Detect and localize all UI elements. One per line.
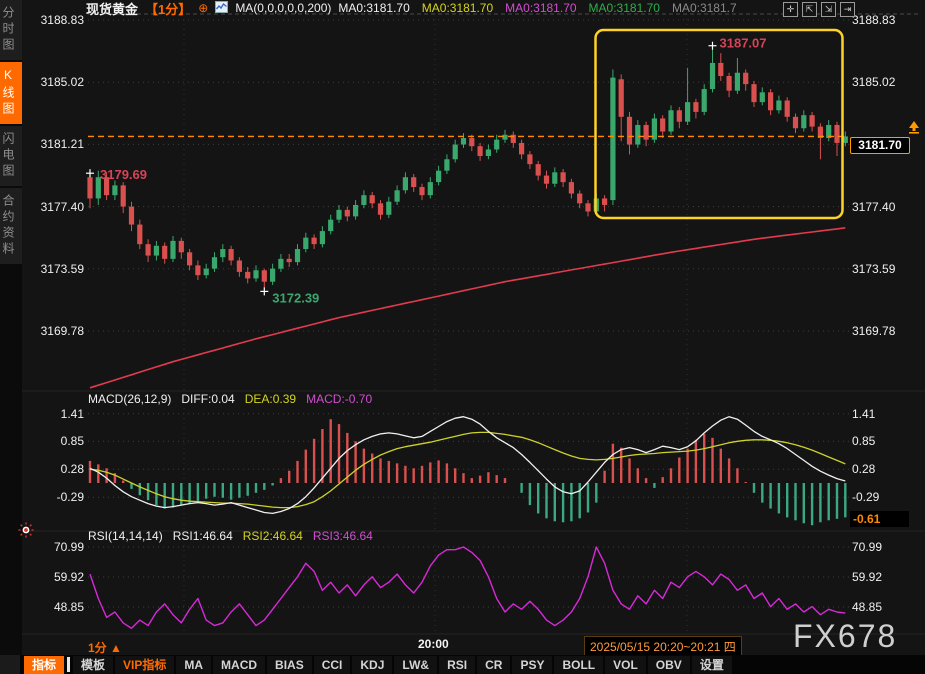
toolbar-item-CCI[interactable]: CCI — [314, 656, 351, 674]
right-price-axis: 3188.83 3185.02 3177.40 3173.59 3169.78 1.41 0… — [852, 0, 924, 655]
ma-value-0: MA0:3181.70 — [338, 1, 409, 15]
toolbar-item-RSI[interactable]: RSI — [439, 656, 475, 674]
snap-left-icon[interactable]: ⇱ — [802, 2, 817, 17]
sidebar-item-3[interactable]: 合约资料 — [0, 188, 22, 264]
legend-item: DEA:0.39 — [245, 392, 296, 406]
toolbar-item-BIAS[interactable]: BIAS — [267, 656, 312, 674]
add-indicator-icon[interactable]: ⊕ — [198, 1, 208, 15]
toolbar-item-VIP指标[interactable]: VIP指标 — [115, 656, 174, 674]
svg-text:3179.69: 3179.69 — [100, 167, 147, 182]
axis-label: 48.85 — [54, 600, 84, 614]
indicator-toolbar: 指标模板VIP指标MAMACDBIASCCIKDJLW&RSICRPSYBOLL… — [0, 655, 925, 674]
legend-item: RSI1:46.64 — [173, 529, 233, 543]
toolbar-item-VOL[interactable]: VOL — [605, 656, 646, 674]
left-price-axis: 3188.83 3185.02 3181.21 3177.40 3173.59 3169.… — [22, 0, 84, 655]
toolbar-divider — [67, 657, 70, 672]
rsi-legend: RSI(14,14,14) RSI1:46.64 RSI2:46.64 RSI3:46… — [88, 529, 373, 543]
axis-label: 3185.02 — [852, 75, 895, 89]
axis-label: 3185.02 — [41, 75, 84, 89]
axis-label: 3181.21 — [41, 137, 84, 151]
axis-label: 3188.83 — [41, 13, 84, 27]
sidebar-item-1[interactable]: K线图 — [0, 62, 22, 124]
axis-label: 3169.78 — [41, 324, 84, 338]
axis-label: 1.41 — [61, 407, 84, 421]
watermark: FX678 — [793, 618, 897, 655]
axis-label: 3173.59 — [41, 262, 84, 276]
axis-label: 3169.78 — [852, 324, 895, 338]
pop-out-icon[interactable]: ⇥ — [840, 2, 855, 17]
symbol-title: 现货黄金 — [86, 0, 138, 18]
toolbar-item-模板[interactable]: 模板 — [73, 656, 113, 674]
axis-label: 0.85 — [61, 434, 84, 448]
axis-label: 59.92 — [54, 570, 84, 584]
svg-text:3187.07: 3187.07 — [720, 36, 767, 51]
axis-label: 1.41 — [852, 407, 875, 421]
ma-value-2: MA0:3181.70 — [505, 1, 576, 15]
macd-current-value-tag: -0.61 — [850, 511, 909, 527]
ma-value-3: MA0:3181.70 — [589, 1, 660, 15]
ma-value-4: MA0:3181.7 — [672, 1, 737, 15]
chart-canvas[interactable]: 3179.69 3172.39 3187.07 — [0, 0, 925, 674]
axis-label: 0.85 — [852, 434, 875, 448]
toolbar-item-PSY[interactable]: PSY — [512, 656, 552, 674]
axis-label: 0.28 — [852, 462, 875, 476]
axis-label: 3188.83 — [852, 13, 895, 27]
toolbar-item-KDJ[interactable]: KDJ — [352, 656, 392, 674]
chart-application: 分时图K线图闪电图合约资料 现货黄金 【1分】 ⊕ MA(0,0,0,0,0,2… — [0, 0, 925, 674]
toolbar-item-OBV[interactable]: OBV — [648, 656, 690, 674]
pan-icon[interactable]: ✛ — [783, 2, 798, 17]
window-controls: ✛ ⇱ ⇲ ⇥ — [783, 2, 855, 17]
axis-label: 3177.40 — [852, 200, 895, 214]
axis-label: 3177.40 — [41, 200, 84, 214]
toolbar-item-MA[interactable]: MA — [176, 656, 211, 674]
ma-values: MA0:3181.70 MA0:3181.70 MA0:3181.70 MA0:318… — [338, 1, 736, 15]
toolbar-corner — [0, 655, 20, 674]
period-badge[interactable]: 【1分】 — [145, 0, 191, 18]
legend-item: MACD:-0.70 — [306, 392, 372, 406]
chart-header: 现货黄金 【1分】 ⊕ MA(0,0,0,0,0,200) MA0:3181.7… — [86, 0, 737, 16]
axis-label: -0.29 — [852, 490, 879, 504]
axis-label: -0.29 — [57, 490, 84, 504]
sidebar-item-0[interactable]: 分时图 — [0, 0, 22, 60]
time-axis-label: 20:00 — [418, 637, 449, 651]
toolbar-item-指标[interactable]: 指标 — [24, 656, 64, 674]
toolbar-item-MACD[interactable]: MACD — [213, 656, 265, 674]
legend-item: RSI3:46.64 — [313, 529, 373, 543]
date-range-tag: 2025/05/15 20:20~20:21 四 — [584, 636, 742, 657]
legend-item: MACD(26,12,9) — [88, 392, 171, 406]
toolbar-item-CR[interactable]: CR — [477, 656, 510, 674]
sidebar-item-2[interactable]: 闪电图 — [0, 126, 22, 186]
toolbar-item-BOLL[interactable]: BOLL — [554, 656, 603, 674]
marker-sun-icon[interactable] — [18, 522, 34, 543]
macd-legend: MACD(26,12,9) DIFF:0.04 DEA:0.39 MACD:-0.70 — [88, 392, 372, 406]
axis-label: 70.99 — [852, 540, 882, 554]
legend-item: DIFF:0.04 — [181, 392, 234, 406]
axis-label: 59.92 — [852, 570, 882, 584]
current-price-tag: 3181.70 — [850, 137, 910, 154]
legend-item: RSI(14,14,14) — [88, 529, 163, 543]
axis-label: 48.85 — [852, 600, 882, 614]
period-indicator[interactable]: 1分 ▲ — [88, 639, 122, 656]
mini-chart-icon — [215, 1, 228, 16]
axis-label: 3173.59 — [852, 262, 895, 276]
axis-label: 70.99 — [54, 540, 84, 554]
toolbar-item-设置[interactable]: 设置 — [692, 656, 732, 674]
chart-type-sidebar: 分时图K线图闪电图合约资料 — [0, 0, 22, 655]
axis-label: 0.28 — [61, 462, 84, 476]
toolbar-item-LW&[interactable]: LW& — [394, 656, 437, 674]
svg-text:3172.39: 3172.39 — [272, 290, 319, 305]
price-up-arrow-icon — [908, 121, 920, 139]
ma-params: MA(0,0,0,0,0,200) — [235, 1, 331, 15]
legend-item: RSI2:46.64 — [243, 529, 303, 543]
snap-right-icon[interactable]: ⇲ — [821, 2, 836, 17]
ma-value-1: MA0:3181.70 — [422, 1, 493, 15]
